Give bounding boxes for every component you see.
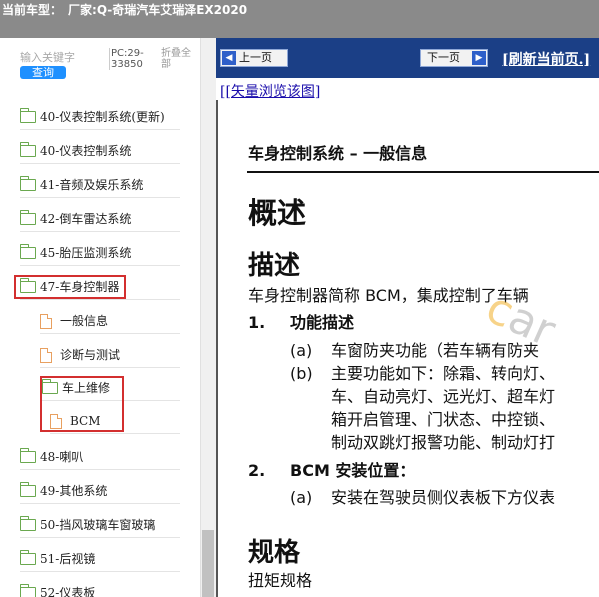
prev-page-button[interactable]: ◀ 上一页 <box>220 49 288 67</box>
folder-icon <box>20 550 36 565</box>
highlight-box-47 <box>14 275 126 299</box>
sidebar-item-label: 49-其他系统 <box>40 484 108 498</box>
folder-icon <box>20 482 36 497</box>
collapse-all-button[interactable]: 折叠全部 <box>161 48 199 70</box>
arrow-right-icon: ▶ <box>472 51 486 65</box>
sidebar: 输入关键字 查询 PC:29-33850 折叠全部 40-仪表控制系统(更新) … <box>0 38 200 597</box>
sidebar-item-51[interactable]: 51-后视镜 <box>20 546 180 572</box>
folder-icon <box>20 516 36 531</box>
page-icon <box>40 314 52 329</box>
folder-icon <box>20 108 36 123</box>
folder-icon <box>20 244 36 259</box>
current-model-value: 厂家:Q-奇瑞汽车艾瑞泽EX2020 <box>68 3 248 17</box>
item1b-label: (b) <box>290 364 313 383</box>
sidebar-item-label: 40-仪表控制系统 <box>40 144 132 158</box>
sidebar-item-label: 45-胎压监测系统 <box>40 246 132 260</box>
intro-text: 车身控制器简称 BCM，集成控制了车辆 <box>248 286 529 305</box>
item2-title: BCM 安装位置： <box>290 461 416 480</box>
vehicle-model-bar: 当前车型： 厂家:Q-奇瑞汽车艾瑞泽EX2020 <box>0 0 599 38</box>
item1b-line: 制动双跳灯报警功能、制动灯打 <box>331 433 556 452</box>
document-panel: ◀ 上一页 下一页 ▶ [刷新当前页.] [[矢量浏览该图] 车身控制系统 – … <box>216 38 599 597</box>
sidebar-scrollbar-thumb[interactable] <box>202 530 214 597</box>
refresh-link[interactable]: [刷新当前页.] <box>502 49 590 69</box>
prev-page-label: 上一页 <box>239 51 272 64</box>
sidebar-item-52[interactable]: 52-仪表板 <box>20 580 180 597</box>
pc-code: PC:29-33850 <box>109 48 151 70</box>
item1-number: 1. <box>248 313 266 332</box>
item2a-label: (a) <box>290 488 313 507</box>
sidebar-item-40[interactable]: 40-仪表控制系统 <box>20 138 180 164</box>
arrow-left-icon: ◀ <box>222 51 236 65</box>
search-button[interactable]: 查询 <box>20 66 66 79</box>
sidebar-item-45[interactable]: 45-胎压监测系统 <box>20 240 180 266</box>
sidebar-toolbar: 输入关键字 查询 PC:29-33850 折叠全部 <box>0 38 200 88</box>
item2-number: 2. <box>248 461 266 480</box>
sidebar-item-label: 一般信息 <box>60 314 109 328</box>
sidebar-item-48[interactable]: 48-喇叭 <box>20 444 180 470</box>
page-icon <box>40 348 52 363</box>
folder-icon <box>20 584 36 597</box>
item1a-label: (a) <box>290 341 313 360</box>
item1b-line: 主要功能如下：除霜、转向灯、 <box>331 364 556 383</box>
heading-description: 描述 <box>248 251 301 281</box>
folder-icon <box>20 210 36 225</box>
sidebar-item-42[interactable]: 42-倒车雷达系统 <box>20 206 180 232</box>
folder-icon <box>20 142 36 157</box>
current-model-label: 当前车型： <box>2 3 63 17</box>
vector-view-link[interactable]: [[矢量浏览该图] <box>220 81 320 101</box>
document-header: 车身控制系统 – 一般信息 <box>248 144 428 163</box>
highlight-box-repair <box>40 376 124 432</box>
sidebar-item-label: 41-音频及娱乐系统 <box>40 178 144 192</box>
next-page-label: 下一页 <box>427 51 460 64</box>
heading-overview: 概述 <box>248 196 307 230</box>
sidebar-item-49[interactable]: 49-其他系统 <box>20 478 180 504</box>
sidebar-item-label: 48-喇叭 <box>40 450 84 464</box>
document-navbar: ◀ 上一页 下一页 ▶ [刷新当前页.] <box>216 38 599 78</box>
sidebar-item-41[interactable]: 41-音频及娱乐系统 <box>20 172 180 198</box>
folder-icon <box>20 448 36 463</box>
sidebar-scrollbar[interactable] <box>200 38 216 597</box>
item1b-line: 箱开启管理、门状态、中控锁、 <box>331 410 556 429</box>
folder-icon <box>20 176 36 191</box>
torque-spec-text: 扭矩规格 <box>248 571 313 590</box>
sidebar-item-label: 51-后视镜 <box>40 552 96 566</box>
sidebar-item-label: 50-挡风玻璃车窗玻璃 <box>40 518 156 532</box>
item1-title: 功能描述 <box>290 313 355 332</box>
sidebar-item-40-update[interactable]: 40-仪表控制系统(更新) <box>20 104 180 130</box>
item1a-text: 车窗防夹功能（若车辆有防夹 <box>331 341 540 360</box>
item1b-line: 车、自动亮灯、远光灯、超车灯 <box>331 387 556 406</box>
next-page-button[interactable]: 下一页 ▶ <box>420 49 488 67</box>
item2a-text: 安装在驾驶员侧仪表板下方仪表 <box>331 488 556 507</box>
sidebar-item-label: 诊断与测试 <box>60 348 121 362</box>
sidebar-item-label: 40-仪表控制系统(更新) <box>40 110 165 124</box>
sidebar-item-general-info[interactable]: 一般信息 <box>40 308 180 334</box>
sidebar-item-diagnosis[interactable]: 诊断与测试 <box>40 342 180 368</box>
sidebar-item-label: 52-仪表板 <box>40 586 96 597</box>
document-frame-border <box>216 100 218 597</box>
sidebar-item-50[interactable]: 50-挡风玻璃车窗玻璃 <box>20 512 180 538</box>
sidebar-item-label: 42-倒车雷达系统 <box>40 212 132 226</box>
header-rule <box>247 171 599 173</box>
heading-spec: 规格 <box>248 538 301 568</box>
search-input[interactable]: 输入关键字 <box>20 51 102 65</box>
